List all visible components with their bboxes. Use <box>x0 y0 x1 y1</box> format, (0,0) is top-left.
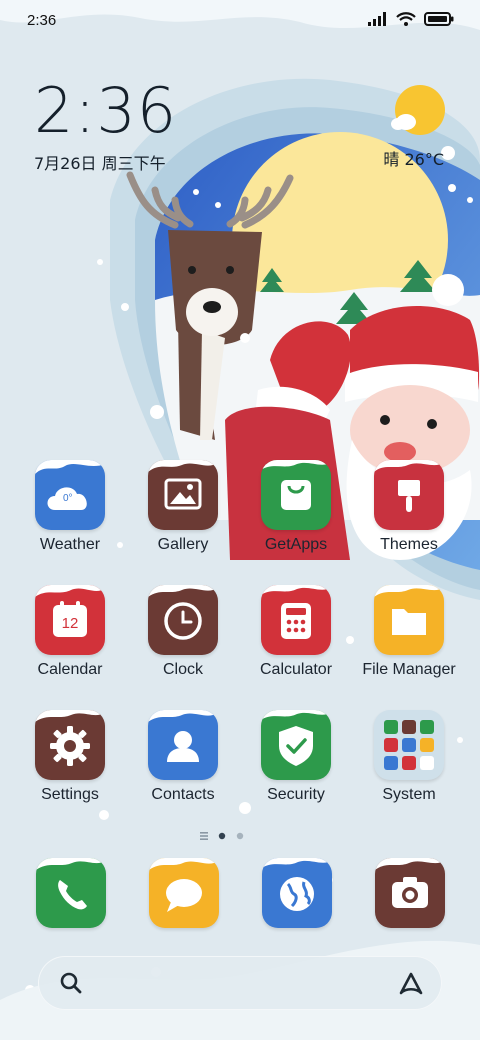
shield-check-icon <box>261 710 331 780</box>
app-label: Clock <box>162 661 203 678</box>
app-label: Contacts <box>151 786 215 803</box>
app-gallery[interactable]: Gallery <box>133 460 233 570</box>
app-themes[interactable]: Themes <box>359 460 459 570</box>
camera-icon[interactable] <box>375 858 445 928</box>
gear-icon <box>35 710 105 780</box>
person-icon <box>148 710 218 780</box>
app-label: Calendar <box>37 661 103 678</box>
app-label: Calculator <box>259 661 333 678</box>
folder-icon <box>374 585 444 655</box>
image-icon <box>148 460 218 530</box>
app-label: Themes <box>380 536 438 553</box>
app-label: Security <box>267 786 325 803</box>
folder-grid-icon <box>374 710 444 780</box>
app-label: System <box>382 786 436 803</box>
app-label: Gallery <box>157 536 209 553</box>
message-bubble-icon[interactable] <box>149 858 219 928</box>
app-calendar[interactable]: 12 Calendar <box>20 585 120 695</box>
sun-cloud-icon <box>391 85 445 135</box>
assistant-icon[interactable] <box>396 968 426 998</box>
app-weather[interactable]: 0° Weather <box>20 460 120 570</box>
signal-icon <box>368 12 386 26</box>
app-label: GetApps <box>264 536 328 553</box>
app-label: File Manager <box>362 661 456 678</box>
battery-icon <box>424 12 454 26</box>
weather-text: 晴 26°C <box>383 150 444 169</box>
status-time: 2:36 <box>27 12 57 29</box>
list-view-icon <box>200 832 208 840</box>
clock-time: 2:36 <box>34 74 178 147</box>
weather-widget[interactable]: 晴 26°C <box>360 84 450 169</box>
shopping-bag-icon <box>261 460 331 530</box>
app-calculator[interactable]: Calculator <box>246 585 346 695</box>
clock-icon <box>148 585 218 655</box>
calendar-icon: 12 <box>35 585 105 655</box>
paintbrush-icon <box>374 460 444 530</box>
app-getapps[interactable]: GetApps <box>246 460 346 570</box>
app-clock[interactable]: Clock <box>133 585 233 695</box>
search-bar[interactable] <box>38 956 442 1010</box>
browser-globe-icon[interactable] <box>262 858 332 928</box>
clock-date: 7月26日 周三下午 <box>34 154 166 173</box>
weather-cloud-icon: 0° <box>35 460 105 530</box>
app-system-folder[interactable]: System <box>359 710 459 820</box>
calendar-day: 12 <box>61 615 79 632</box>
app-contacts[interactable]: Contacts <box>133 710 233 820</box>
app-label: Weather <box>39 536 101 553</box>
app-file-manager[interactable]: File Manager <box>359 585 459 695</box>
phone-icon[interactable] <box>36 858 106 928</box>
home-screen: 2:36 2:36 7月26日 周三下午 晴 26°C 0° Weather G… <box>0 0 480 1040</box>
page-dot-active <box>218 832 226 840</box>
status-bar: 2:36 <box>0 0 480 42</box>
weather-icon-temp: 0° <box>63 493 73 504</box>
page-indicator[interactable] <box>196 829 286 843</box>
wifi-icon <box>396 12 416 26</box>
search-icon <box>60 972 82 994</box>
calculator-icon <box>261 585 331 655</box>
clock-widget[interactable]: 2:36 7月26日 周三下午 <box>34 80 177 174</box>
app-settings[interactable]: Settings <box>20 710 120 820</box>
app-label: Settings <box>41 786 99 803</box>
app-security[interactable]: Security <box>246 710 346 820</box>
page-dot <box>236 832 244 840</box>
